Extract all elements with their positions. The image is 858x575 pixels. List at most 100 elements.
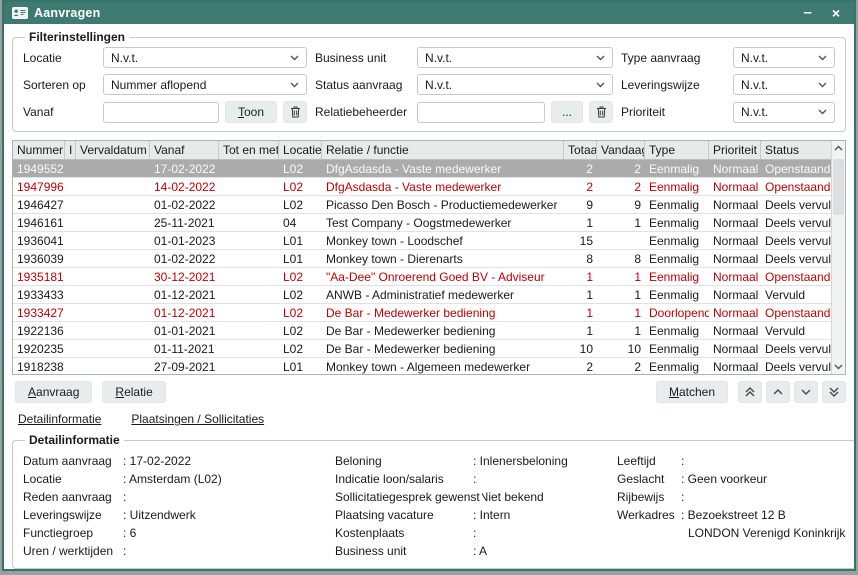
leveringswijze-select[interactable]: N.v.t.: [733, 74, 835, 95]
scroll-down-button[interactable]: [794, 381, 818, 403]
cell-type: Eenmalig: [645, 250, 709, 267]
titlebar: Aanvragen – ×: [4, 2, 854, 24]
close-button[interactable]: ×: [828, 6, 844, 20]
table-row[interactable]: 1933433 01-12-2021 L02 ANWB - Administra…: [13, 286, 831, 304]
column-header[interactable]: Vanaf: [150, 141, 219, 159]
table-row[interactable]: 1936041 01-01-2023 L01 Monkey town - Loo…: [13, 232, 831, 250]
scrollbar-thumb[interactable]: [833, 159, 844, 215]
table-row[interactable]: 1947996 14-02-2022 L02 DfgAsdasda - Vast…: [13, 178, 831, 196]
cell-prioriteit: Normaal: [709, 304, 761, 321]
cell-nummer: 1947996: [13, 178, 65, 195]
column-header[interactable]: I: [65, 141, 76, 159]
cell-vervaldatum: [76, 268, 150, 285]
cell-vervaldatum: [76, 250, 150, 267]
detail-label: Plaatsing vacature: [335, 506, 436, 524]
column-header[interactable]: Prioriteit: [709, 141, 761, 159]
cell-status: Deels vervuld: [761, 340, 831, 357]
table-row[interactable]: 1946427 01-02-2022 L02 Picasso Den Bosch…: [13, 196, 831, 214]
table-row[interactable]: 1922136 01-01-2021 L02 De Bar - Medewerk…: [13, 322, 831, 340]
vanaf-input[interactable]: [103, 102, 219, 123]
cell-totaal: 8: [564, 250, 597, 267]
cell-tot-en-met: [219, 358, 279, 375]
column-header[interactable]: Totaal: [564, 141, 597, 159]
detail-field: Rijbewijs: [617, 488, 845, 506]
detail-groupbox: Detailinformatie 17-02-2022 Datum aanvra…: [12, 433, 856, 569]
prioriteit-select[interactable]: N.v.t.: [733, 102, 835, 123]
vanaf-clear-button[interactable]: [283, 101, 307, 123]
relatiebeheerder-browse-button[interactable]: ...: [551, 101, 583, 123]
cell-i: [65, 232, 76, 249]
cell-totaal: 15: [564, 232, 597, 249]
chevron-down-icon: [818, 82, 827, 88]
chevron-up-icon: [773, 389, 783, 395]
column-header[interactable]: Vandaag: [597, 141, 645, 159]
vertical-scrollbar[interactable]: [831, 141, 845, 374]
detail-field: Bezoekstreet 12 B Werkadres LONDON Veren…: [617, 506, 845, 542]
cell-totaal: 2: [564, 178, 597, 195]
column-header[interactable]: Relatie / functie: [322, 141, 564, 159]
scroll-up-button[interactable]: [766, 381, 790, 403]
cell-prioriteit: Normaal: [709, 196, 761, 213]
cell-locatie: L02: [279, 178, 322, 195]
scroll-up-icon[interactable]: [834, 145, 843, 151]
relatiebeheerder-clear-button[interactable]: [589, 101, 613, 123]
table-body: 1949552 17-02-2022 L02 DfgAsdasda - Vast…: [13, 160, 831, 375]
cell-locatie: L02: [279, 340, 322, 357]
table-row[interactable]: 1933427 01-12-2021 L02 De Bar - Medewerk…: [13, 304, 831, 322]
table-row[interactable]: 1935181 30-12-2021 L02 "Aa-Dee" Onroeren…: [13, 268, 831, 286]
column-header[interactable]: Status: [761, 141, 831, 159]
cell-i: [65, 304, 76, 321]
vanaf-label: Vanaf: [23, 105, 95, 119]
type-aanvraag-select[interactable]: N.v.t.: [733, 47, 835, 68]
table-row[interactable]: 1918238 27-09-2021 L01 Monkey town - Alg…: [13, 358, 831, 375]
table-row[interactable]: 1946161 25-11-2021 04 Test Company - Oog…: [13, 214, 831, 232]
scroll-last-button[interactable]: [822, 381, 846, 403]
cell-vanaf: 01-12-2021: [150, 304, 219, 321]
scroll-first-button[interactable]: [738, 381, 762, 403]
cell-vandaag: 2: [597, 160, 645, 177]
cell-i: [65, 214, 76, 231]
cell-status: Deels vervuld: [761, 250, 831, 267]
matchen-button[interactable]: Matchen: [656, 381, 728, 403]
sorteren-op-select[interactable]: Nummer aflopend: [103, 74, 307, 95]
tab-detailinformatie[interactable]: Detailinformatie: [18, 412, 101, 426]
column-header[interactable]: Locatie: [279, 141, 322, 159]
column-header[interactable]: Nummer: [13, 141, 65, 159]
cell-tot-en-met: [219, 214, 279, 231]
cell-vanaf: 01-01-2021: [150, 322, 219, 339]
tab-plaatsingen-sollicitaties[interactable]: Plaatsingen / Sollicitaties: [131, 412, 264, 426]
cell-prioriteit: Normaal: [709, 178, 761, 195]
column-header[interactable]: Vervaldatum: [76, 141, 150, 159]
minimize-button[interactable]: –: [799, 6, 815, 20]
relatie-button[interactable]: Relatie: [102, 381, 165, 403]
table-row[interactable]: 1936039 01-02-2022 L01 Monkey town - Die…: [13, 250, 831, 268]
column-header[interactable]: Type: [645, 141, 709, 159]
detail-column-2: Inlenersbeloning Beloning Indicatie loon…: [335, 452, 617, 560]
detail-label: Locatie: [23, 470, 64, 488]
business-unit-select[interactable]: N.v.t.: [417, 47, 613, 68]
cell-prioriteit: Normaal: [709, 214, 761, 231]
detail-column-1: 17-02-2022 Datum aanvraag Amsterdam (L02…: [23, 452, 335, 560]
detail-field: Geen voorkeur Geslacht: [617, 470, 845, 488]
detail-value: Amsterdam (L02): [23, 470, 335, 488]
scroll-down-icon[interactable]: [834, 364, 843, 370]
status-aanvraag-select[interactable]: N.v.t.: [417, 74, 613, 95]
cell-i: [65, 322, 76, 339]
detail-label: Sollicitatiegesprek gewenst: [335, 488, 482, 506]
table-row[interactable]: 1920235 01-11-2021 L02 De Bar - Medewerk…: [13, 340, 831, 358]
cell-i: [65, 250, 76, 267]
cell-tot-en-met: [219, 340, 279, 357]
aanvraag-button[interactable]: Aanvraag: [15, 381, 92, 403]
locatie-select[interactable]: N.v.t.: [103, 47, 307, 68]
type-aanvraag-label: Type aanvraag: [621, 51, 725, 65]
cell-nummer: 1936039: [13, 250, 65, 267]
toon-button[interactable]: Toon: [225, 101, 277, 123]
detail-field: Uitzendwerk Leveringswijze: [23, 506, 335, 524]
cell-prioriteit: Normaal: [709, 232, 761, 249]
cell-locatie: L02: [279, 304, 322, 321]
cell-vandaag: 1: [597, 214, 645, 231]
locatie-label: Locatie: [23, 51, 95, 65]
table-row[interactable]: 1949552 17-02-2022 L02 DfgAsdasda - Vast…: [13, 160, 831, 178]
column-header[interactable]: Tot en met: [219, 141, 279, 159]
relatiebeheerder-input[interactable]: [417, 102, 545, 123]
